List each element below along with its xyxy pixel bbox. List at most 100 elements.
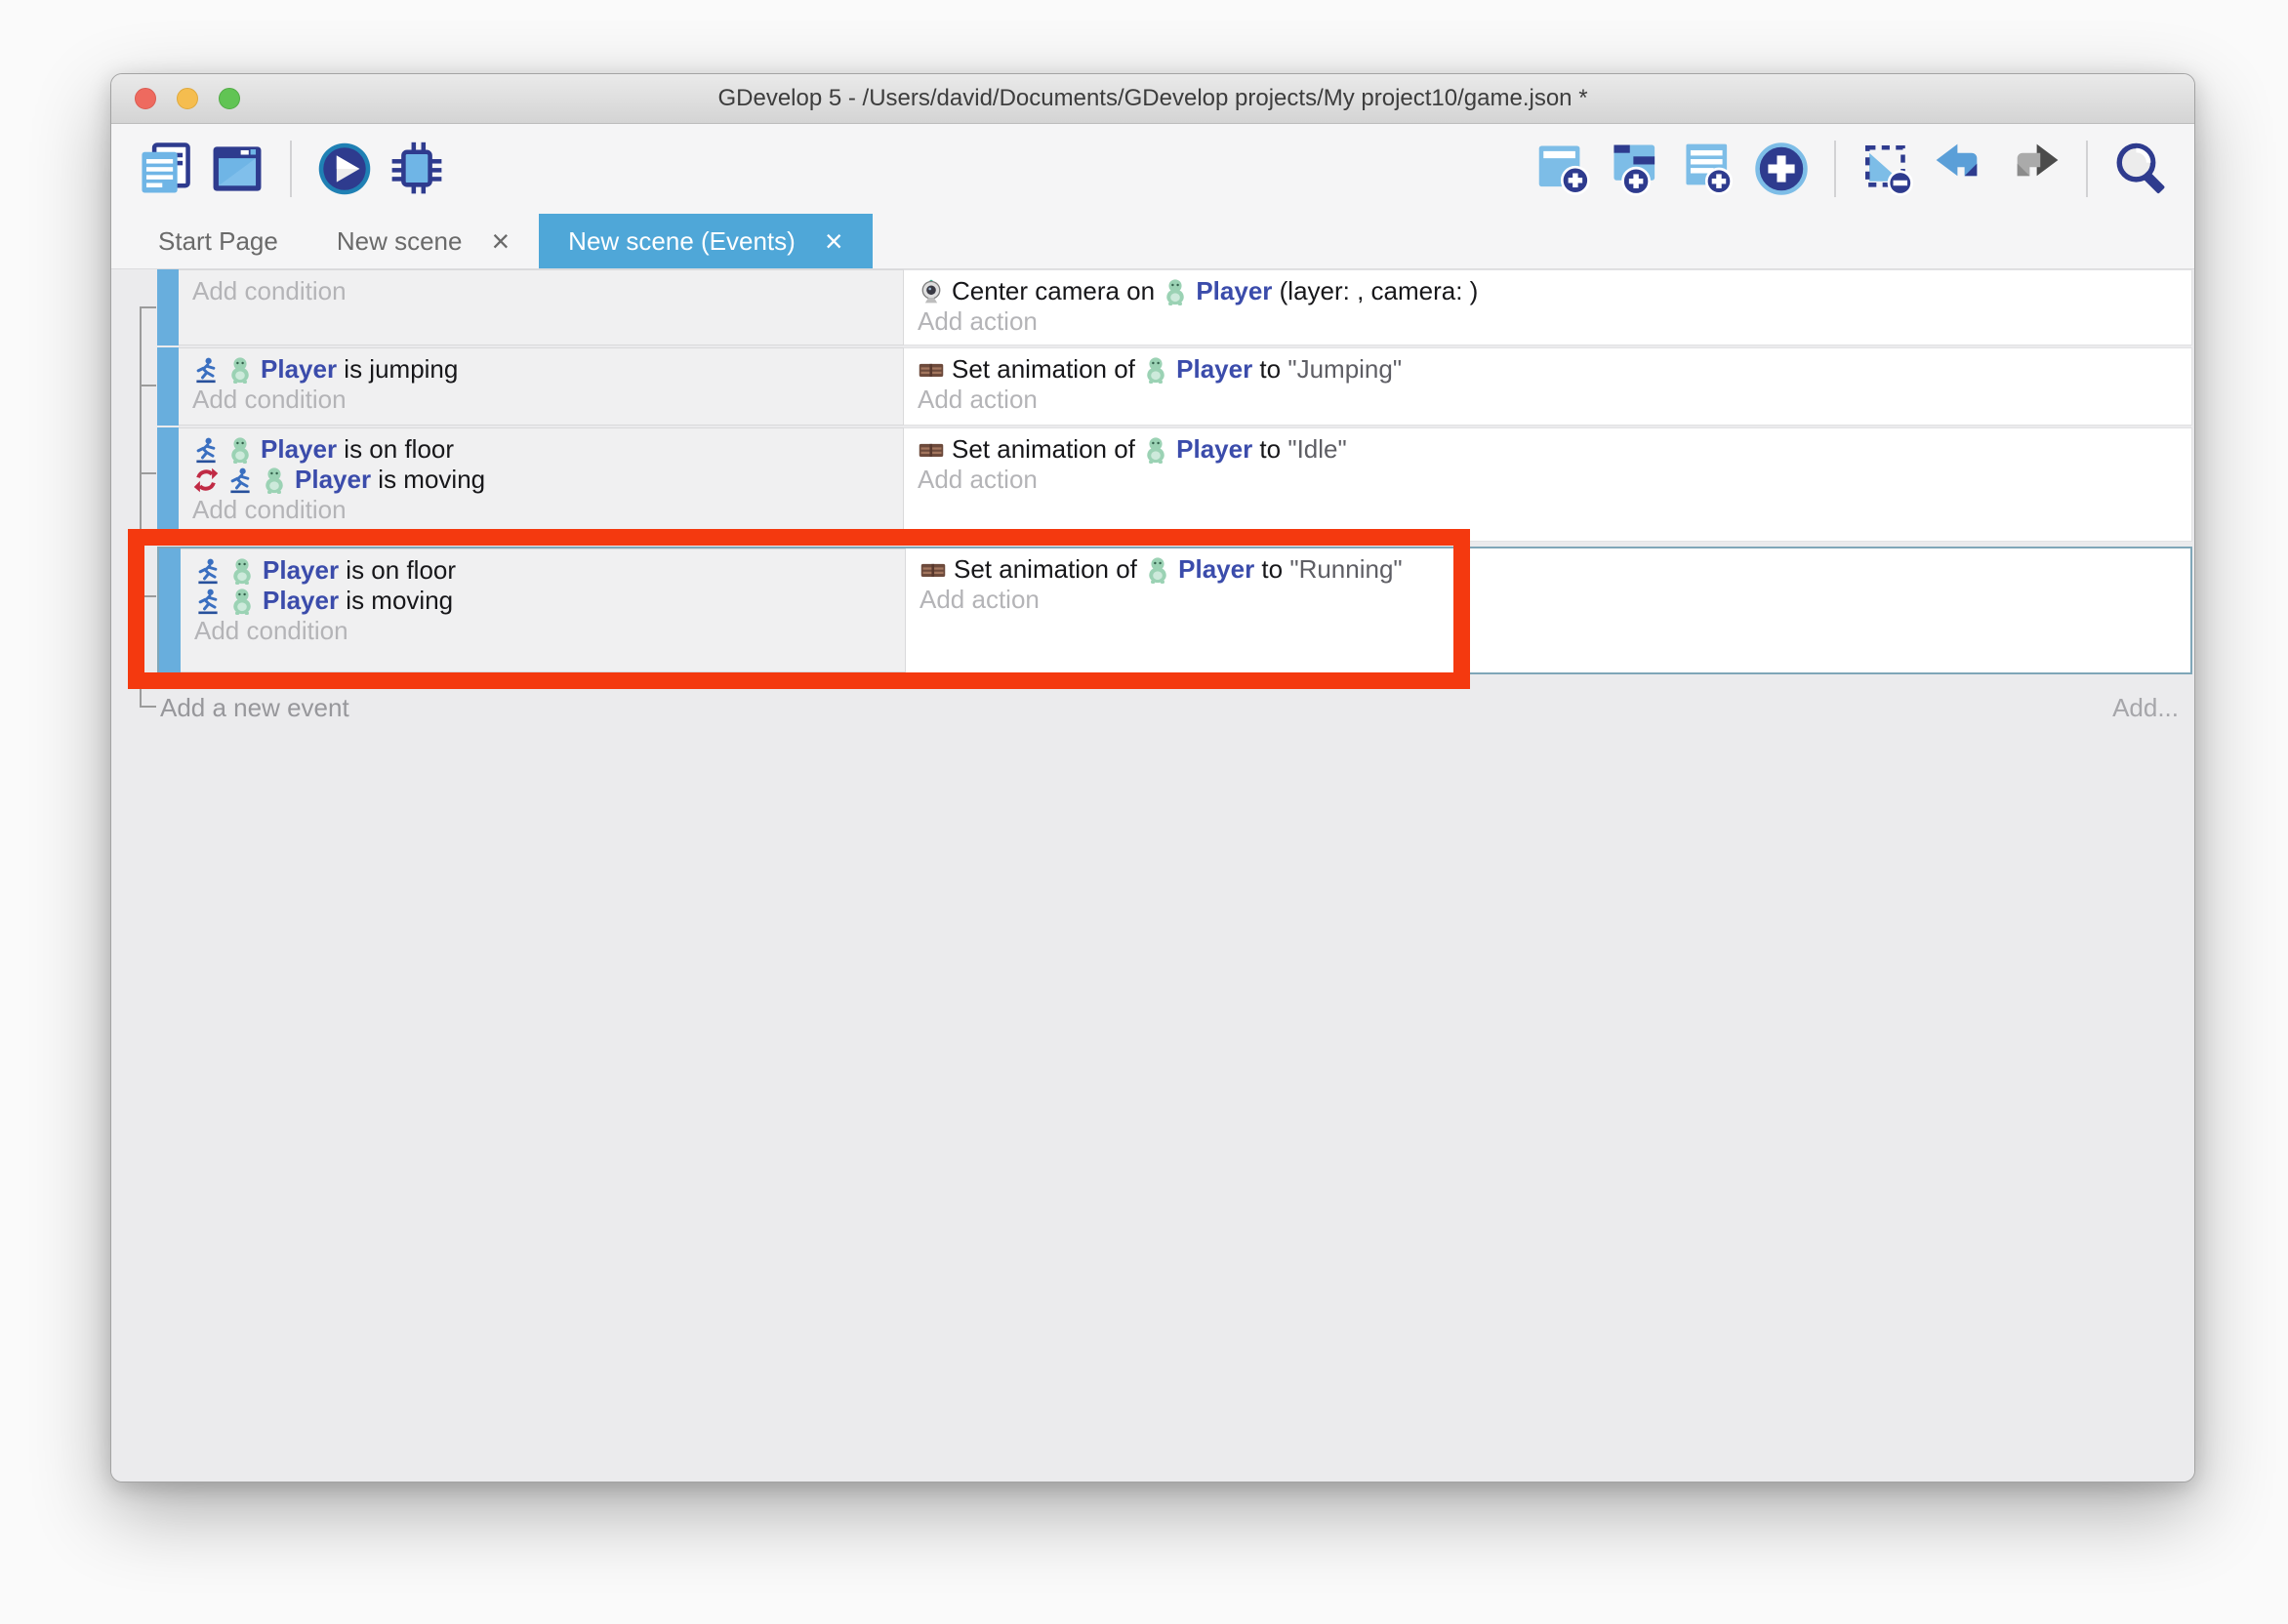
action-line[interactable]: Set animation of Player to "Idle"	[918, 434, 2191, 465]
event-row[interactable]: Player is on floorPlayer is movingAdd co…	[157, 547, 2192, 674]
search-button[interactable]	[2112, 141, 2169, 197]
event-row[interactable]: Player is jumpingAdd conditionSet animat…	[157, 347, 2192, 426]
platformer-behavior-icon	[192, 356, 220, 384]
events-footer: Add a new event Add...	[160, 688, 2185, 727]
object-name: Player	[1176, 434, 1252, 465]
tab-start-page[interactable]: Start Page	[129, 214, 307, 268]
add-more-button[interactable]	[1753, 141, 1810, 197]
add-action-button[interactable]: Add action	[919, 585, 2190, 615]
debug-button[interactable]	[388, 141, 445, 197]
not-icon	[192, 467, 220, 494]
add-condition-button[interactable]: Add condition	[192, 276, 903, 306]
player-object-icon	[226, 356, 254, 384]
object-name: Player	[261, 354, 337, 385]
redo-button[interactable]	[2005, 141, 2062, 197]
add-new-event-button[interactable]: Add a new event	[160, 693, 349, 723]
project-manager-button[interactable]	[137, 141, 193, 197]
conditions-cell[interactable]: Player is jumpingAdd condition	[179, 347, 904, 426]
delete-selection-button[interactable]	[1860, 141, 1917, 197]
condition-line[interactable]: Player is moving	[192, 465, 903, 495]
actions-cell[interactable]: Set animation of Player to "Jumping"Add …	[904, 347, 2192, 426]
tab-new-scene-events[interactable]: New scene (Events) ×	[539, 214, 872, 268]
action-line[interactable]: Center camera on Player (layer: , camera…	[918, 276, 2191, 306]
add-action-button[interactable]: Add action	[918, 465, 2191, 495]
event-tree-line	[140, 306, 142, 708]
add-more-icon	[1753, 141, 1810, 197]
object-name: Player	[263, 555, 339, 586]
add-event-icon	[1536, 141, 1593, 197]
conditions-cell[interactable]: Player is on floorPlayer is movingAdd co…	[181, 548, 906, 672]
event-tree-line	[140, 595, 156, 597]
toolbar-divider	[290, 141, 292, 197]
add-condition-button[interactable]: Add condition	[192, 495, 903, 525]
add-action-button[interactable]: Add action	[918, 306, 2191, 337]
scene-editor-button[interactable]	[209, 141, 266, 197]
condition-line[interactable]: Player is moving	[194, 586, 905, 616]
undo-icon	[1933, 141, 1989, 197]
scene-editor-icon	[209, 141, 266, 197]
segment-text: (layer: , camera: )	[1272, 276, 1478, 306]
animation-icon	[918, 356, 945, 384]
segment-text: is moving	[339, 586, 453, 616]
event-drag-bar[interactable]	[157, 269, 179, 345]
tab-label: New scene (Events)	[568, 226, 796, 257]
tab-new-scene[interactable]: New scene×	[307, 214, 539, 268]
actions-cell[interactable]: Set animation of Player to "Idle"Add act…	[904, 427, 2192, 542]
debug-icon	[388, 141, 445, 197]
event-drag-bar[interactable]	[159, 548, 181, 672]
event-drag-bar[interactable]	[157, 347, 179, 426]
animation-icon	[918, 436, 945, 464]
condition-line[interactable]: Player is on floor	[192, 434, 903, 465]
toolbar-right-group	[1536, 141, 2169, 197]
condition-line[interactable]: Player is on floor	[194, 555, 905, 586]
camera-icon	[918, 278, 945, 305]
platformer-behavior-icon	[226, 467, 254, 494]
string-value: "Idle"	[1287, 434, 1346, 465]
add-action-button[interactable]: Add action	[918, 385, 2191, 415]
player-object-icon	[228, 557, 256, 585]
add-subevent-button[interactable]	[1609, 141, 1665, 197]
toolbar-divider	[1834, 141, 1836, 197]
event-tree-line	[140, 472, 156, 474]
action-line[interactable]: Set animation of Player to "Jumping"	[918, 354, 2191, 385]
titlebar[interactable]: GDevelop 5 - /Users/david/Documents/GDev…	[111, 74, 2194, 124]
event-row[interactable]: Add condition Center camera on Player (la…	[157, 269, 2192, 345]
action-line[interactable]: Set animation of Player to "Running"	[919, 554, 2190, 585]
segment-text: Set animation of	[952, 434, 1142, 465]
condition-line[interactable]: Player is jumping	[192, 354, 903, 385]
toolbar	[111, 124, 2194, 214]
actions-cell[interactable]: Center camera on Player (layer: , camera…	[904, 269, 2192, 345]
player-object-icon	[228, 588, 256, 615]
tab-close-button[interactable]: ×	[825, 225, 843, 257]
string-value: "Running"	[1289, 554, 1402, 585]
preview-play-button[interactable]	[316, 141, 373, 197]
redo-icon	[2005, 141, 2062, 197]
segment-text: is on floor	[339, 555, 456, 586]
tab-close-button[interactable]: ×	[491, 225, 510, 257]
preview-play-icon	[316, 141, 373, 197]
undo-button[interactable]	[1933, 141, 1989, 197]
add-condition-button[interactable]: Add condition	[194, 616, 905, 646]
project-manager-icon	[137, 141, 193, 197]
segment-text: to	[1254, 554, 1289, 585]
segment-text: Set animation of	[952, 354, 1142, 385]
player-object-icon	[261, 467, 288, 494]
delete-selection-icon	[1860, 141, 1917, 197]
add-button[interactable]: Add...	[2112, 693, 2185, 723]
event-drag-bar[interactable]	[157, 427, 179, 542]
add-event-button[interactable]	[1536, 141, 1593, 197]
add-comment-button[interactable]	[1681, 141, 1737, 197]
event-row[interactable]: Player is on floorPlayer is movingAdd co…	[157, 427, 2192, 542]
segment-text: is jumping	[337, 354, 458, 385]
segment-text: to	[1252, 354, 1287, 385]
object-name: Player	[1196, 276, 1272, 306]
event-tree-line	[140, 706, 156, 708]
player-object-icon	[1142, 356, 1169, 384]
search-icon	[2112, 141, 2169, 197]
conditions-cell[interactable]: Add condition	[179, 269, 904, 345]
add-condition-button[interactable]: Add condition	[192, 385, 903, 415]
object-name: Player	[1178, 554, 1254, 585]
actions-cell[interactable]: Set animation of Player to "Running"Add …	[906, 548, 2190, 672]
conditions-cell[interactable]: Player is on floorPlayer is movingAdd co…	[179, 427, 904, 542]
events-sheet[interactable]: Add condition Center camera on Player (la…	[111, 269, 2194, 1482]
